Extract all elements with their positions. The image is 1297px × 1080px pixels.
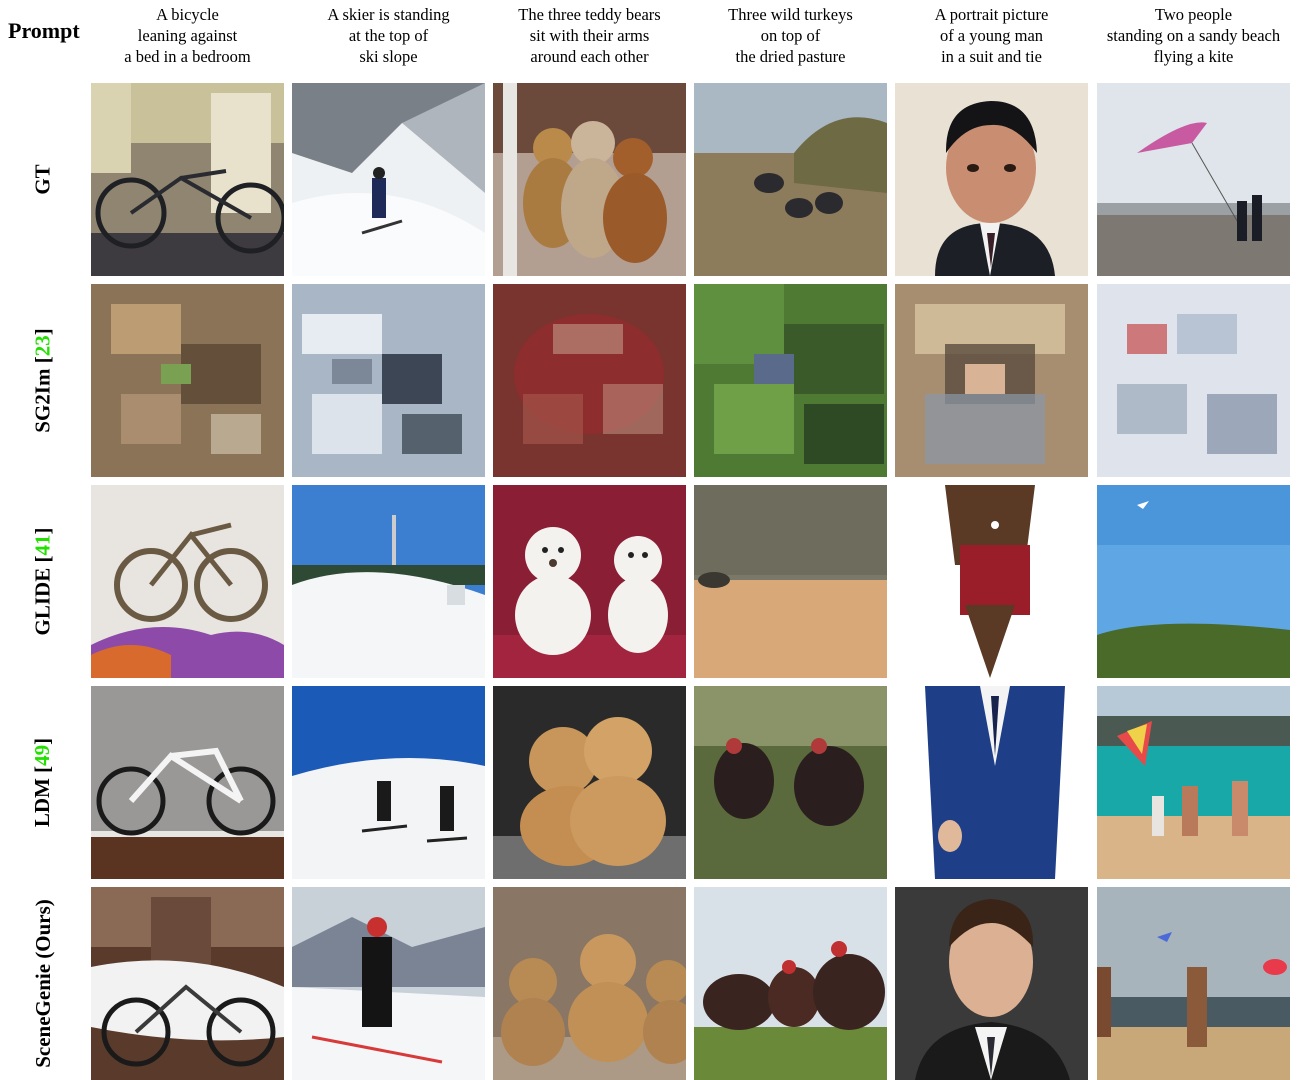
- result-image: [493, 83, 686, 276]
- result-image: [91, 485, 284, 678]
- corner-label: Prompt: [8, 18, 80, 43]
- result-image: [91, 284, 284, 477]
- result-image: [493, 686, 686, 879]
- result-image: [493, 887, 686, 1080]
- prompt-line: A portrait picture: [934, 5, 1049, 24]
- row-label: SG2Im [23]: [0, 284, 86, 477]
- prompt-line: standing on a sandy beach: [1106, 26, 1281, 45]
- prompt-line: sit with their arms: [529, 26, 650, 45]
- result-image: [1097, 284, 1290, 477]
- prompt-line: at the top of: [348, 26, 429, 45]
- prompt-line: The three teddy bears: [518, 5, 661, 24]
- row-label-bracket: ]: [30, 737, 55, 745]
- column-prompt: Three wild turkeys on top of the dried pas…: [691, 4, 891, 67]
- row-label-name: LDM [: [30, 765, 55, 828]
- row-label-name: GLIDE [: [30, 555, 55, 636]
- result-image: [694, 485, 887, 678]
- prompt-line: flying a kite: [1153, 47, 1234, 66]
- result-image: [895, 887, 1088, 1080]
- result-image: [1097, 485, 1290, 678]
- result-image: [895, 686, 1088, 879]
- row-label: GT: [0, 83, 86, 276]
- row-label-citation[interactable]: 41: [31, 535, 55, 556]
- column-prompt: A bicycle leaning against a bed in a bedro…: [88, 4, 288, 67]
- result-image: [1097, 887, 1290, 1080]
- prompt-line: ski slope: [359, 47, 418, 66]
- row-label-citation[interactable]: 23: [31, 335, 55, 356]
- result-image: [292, 284, 485, 477]
- result-image: [694, 284, 887, 477]
- result-image: [694, 83, 887, 276]
- result-image: [1097, 686, 1290, 879]
- prompt-line: A skier is standing: [327, 5, 450, 24]
- result-image: [91, 686, 284, 879]
- result-image: [91, 887, 284, 1080]
- result-image: [91, 83, 284, 276]
- row-label-bracket: ]: [30, 328, 55, 336]
- result-image: [292, 83, 485, 276]
- prompt-line: Three wild turkeys: [728, 5, 853, 24]
- column-prompt: A skier is standing at the top of ski slop…: [289, 4, 489, 67]
- result-image: [493, 485, 686, 678]
- row-label-bracket: ]: [30, 527, 55, 535]
- prompt-line: A bicycle: [156, 5, 219, 24]
- prompt-line: on top of: [760, 26, 821, 45]
- row-label: GLIDE [41]: [0, 485, 86, 678]
- row-label: LDM [49]: [0, 686, 86, 879]
- result-image: [694, 887, 887, 1080]
- prompt-line: of a young man: [939, 26, 1044, 45]
- row-label: SceneGenie (Ours): [0, 887, 86, 1080]
- column-prompt: The three teddy bears sit with their arms…: [490, 4, 690, 67]
- result-image: [1097, 83, 1290, 276]
- result-image: [694, 686, 887, 879]
- result-image: [895, 485, 1088, 678]
- result-image: [292, 485, 485, 678]
- result-image: [895, 284, 1088, 477]
- prompt-line: in a suit and tie: [941, 47, 1042, 66]
- row-label-citation[interactable]: 49: [31, 745, 55, 766]
- row-label-name: GT: [30, 164, 55, 195]
- column-prompt: Two people standing on a sandy beach flyin…: [1094, 4, 1294, 67]
- row-label-name: SG2Im [: [30, 356, 55, 433]
- row-label-name: SceneGenie (Ours): [30, 899, 55, 1068]
- column-prompt: A portrait picture of a young man in a sui…: [892, 4, 1092, 67]
- prompt-line: a bed in a bedroom: [124, 47, 251, 66]
- prompt-line: around each other: [530, 47, 649, 66]
- result-image: [493, 284, 686, 477]
- result-image: [292, 686, 485, 879]
- prompt-line: Two people: [1154, 5, 1233, 24]
- result-image: [895, 83, 1088, 276]
- prompt-line: leaning against: [137, 26, 238, 45]
- prompt-line: the dried pasture: [735, 47, 846, 66]
- result-image: [292, 887, 485, 1080]
